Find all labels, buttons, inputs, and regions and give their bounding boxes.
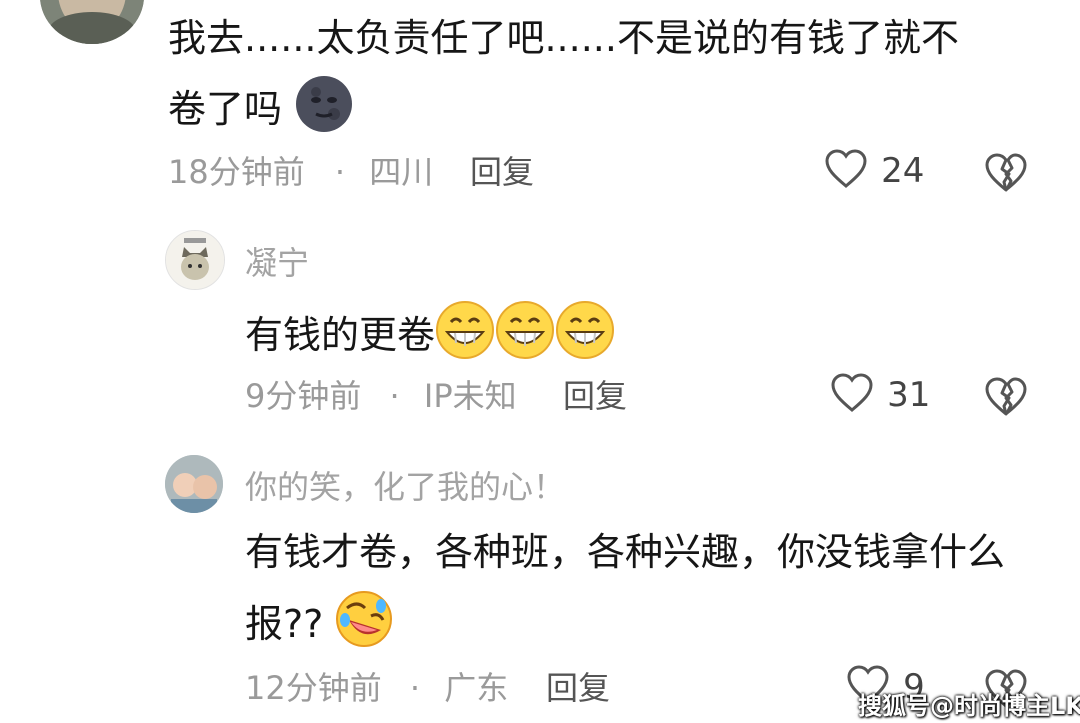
- heart-outline-icon: [830, 372, 874, 418]
- username[interactable]: 你的笑，化了我的心！: [245, 467, 565, 507]
- reply-button[interactable]: 回复: [470, 152, 534, 192]
- comment-text: 有钱才卷，各种班，各种兴趣，你没钱拿什么: [245, 530, 1006, 574]
- meta-separator: ·: [389, 377, 400, 415]
- avatar[interactable]: [165, 455, 223, 513]
- username[interactable]: 凝宁: [245, 243, 309, 283]
- comment-location: 四川: [369, 153, 434, 191]
- comment-text: 卷了吗: [168, 74, 354, 149]
- comment-meta: 12分钟前 · 广东: [245, 668, 508, 708]
- grinning-face-emoji-icon: [495, 300, 555, 375]
- broken-heart-icon: [984, 152, 1028, 198]
- reply-button[interactable]: 回复: [563, 376, 627, 416]
- broken-heart-icon: [984, 376, 1028, 422]
- comment-location: IP未知: [423, 377, 517, 415]
- comment-meta: 18分钟前 · 四川: [168, 152, 433, 192]
- comment-text: 报??: [245, 590, 393, 663]
- comment-time: 18分钟前: [168, 153, 305, 191]
- rolling-laughing-emoji-icon: [335, 590, 393, 663]
- comment-time: 12分钟前: [245, 669, 382, 707]
- like-count: 31: [887, 375, 931, 415]
- heart-outline-icon: [824, 148, 868, 194]
- comment-location: 广东: [444, 669, 509, 707]
- comment-meta: 9分钟前 · IP未知: [245, 376, 517, 416]
- meta-separator: ·: [409, 669, 421, 707]
- reply-button[interactable]: 回复: [546, 668, 610, 708]
- comment-text: 我去......太负责任了吧......不是说的有钱了就不: [168, 16, 959, 60]
- grinning-face-emoji-icon: [435, 300, 495, 375]
- like-count: 24: [881, 151, 925, 191]
- avatar[interactable]: [165, 230, 225, 290]
- dislike-button[interactable]: [984, 152, 1028, 198]
- like-button[interactable]: 31: [830, 372, 930, 420]
- grinning-face-emoji-icon: [555, 300, 615, 375]
- watermark: 搜狐号@时尚博主LK: [858, 692, 1080, 720]
- avatar[interactable]: [40, 0, 144, 44]
- comment-text: 有钱的更卷: [245, 300, 615, 375]
- comment-time: 9分钟前: [245, 377, 362, 415]
- meta-separator: ·: [334, 153, 346, 191]
- like-button[interactable]: 24: [824, 148, 924, 196]
- dislike-button[interactable]: [984, 376, 1028, 422]
- new-moon-face-emoji-icon: [294, 74, 354, 149]
